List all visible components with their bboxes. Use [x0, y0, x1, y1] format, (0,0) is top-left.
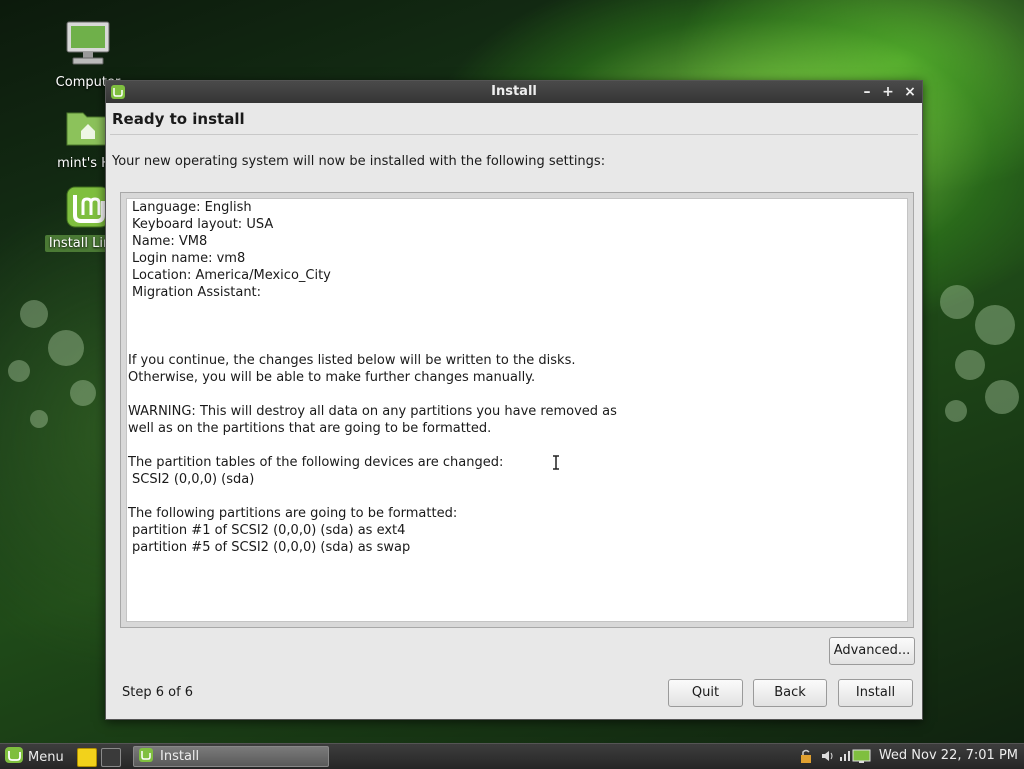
- summary-line: Language: English: [132, 200, 252, 215]
- summary-line: Name: VM8: [132, 234, 208, 249]
- taskbar: Menu Install Wed Nov 22, 7:01 PM: [0, 743, 1024, 769]
- taskbar-item-label: Install: [160, 749, 200, 764]
- summary-line: well as on the partitions that are going…: [128, 421, 492, 436]
- step-indicator: Step 6 of 6: [122, 685, 194, 700]
- summary-line: partition #5 of SCSI2 (0,0,0) (sda) as s…: [132, 540, 411, 555]
- summary-frame: Language: English Keyboard layout: USA N…: [120, 192, 914, 628]
- page-title: Ready to install: [112, 110, 245, 128]
- clock[interactable]: Wed Nov 22, 7:01 PM: [879, 748, 1018, 763]
- summary-line: The partition tables of the following de…: [128, 455, 504, 470]
- summary-line: SCSI2 (0,0,0) (sda): [132, 472, 255, 487]
- linux-mint-logo-icon: [4, 746, 24, 768]
- window-titlebar[interactable]: Install – + ×: [106, 81, 922, 103]
- maximize-button[interactable]: +: [879, 83, 897, 101]
- window-title: Install: [491, 84, 537, 99]
- install-button[interactable]: Install: [838, 679, 913, 707]
- quit-button[interactable]: Quit: [668, 679, 743, 707]
- summary-line: Location: America/Mexico_City: [132, 268, 331, 283]
- back-button[interactable]: Back: [753, 679, 827, 707]
- summary-line: Migration Assistant:: [132, 285, 262, 300]
- summary-line: Keyboard layout: USA: [132, 217, 274, 232]
- divider: [110, 134, 918, 135]
- app-icon: [138, 747, 154, 767]
- summary-line: WARNING: This will destroy all data on a…: [128, 404, 617, 419]
- menu-label: Menu: [28, 749, 64, 765]
- summary-line: Otherwise, you will be able to make furt…: [128, 370, 536, 385]
- close-button[interactable]: ×: [901, 83, 919, 101]
- summary-line: partition #1 of SCSI2 (0,0,0) (sda) as e…: [132, 523, 406, 538]
- display-icon[interactable]: [852, 748, 872, 764]
- taskbar-item-install[interactable]: Install: [133, 746, 329, 767]
- volume-icon[interactable]: [820, 748, 836, 764]
- terminal-launcher-icon[interactable]: [101, 748, 121, 767]
- text-cursor-icon: [551, 455, 561, 470]
- menu-button[interactable]: Menu: [4, 747, 64, 767]
- text-editor-launcher-icon[interactable]: [77, 748, 97, 767]
- install-window: Install – + × Ready to install Your new …: [105, 80, 923, 720]
- summary-line: The following partitions are going to be…: [128, 506, 458, 521]
- summary-text-area[interactable]: Language: English Keyboard layout: USA N…: [126, 198, 908, 622]
- intro-text: Your new operating system will now be in…: [112, 154, 606, 169]
- advanced-button[interactable]: Advanced...: [829, 637, 915, 665]
- computer-icon: [43, 20, 133, 72]
- summary-line: If you continue, the changes listed belo…: [128, 353, 576, 368]
- summary-line: Login name: vm8: [132, 251, 246, 266]
- minimize-button[interactable]: –: [858, 83, 876, 101]
- update-lock-icon[interactable]: [798, 748, 814, 764]
